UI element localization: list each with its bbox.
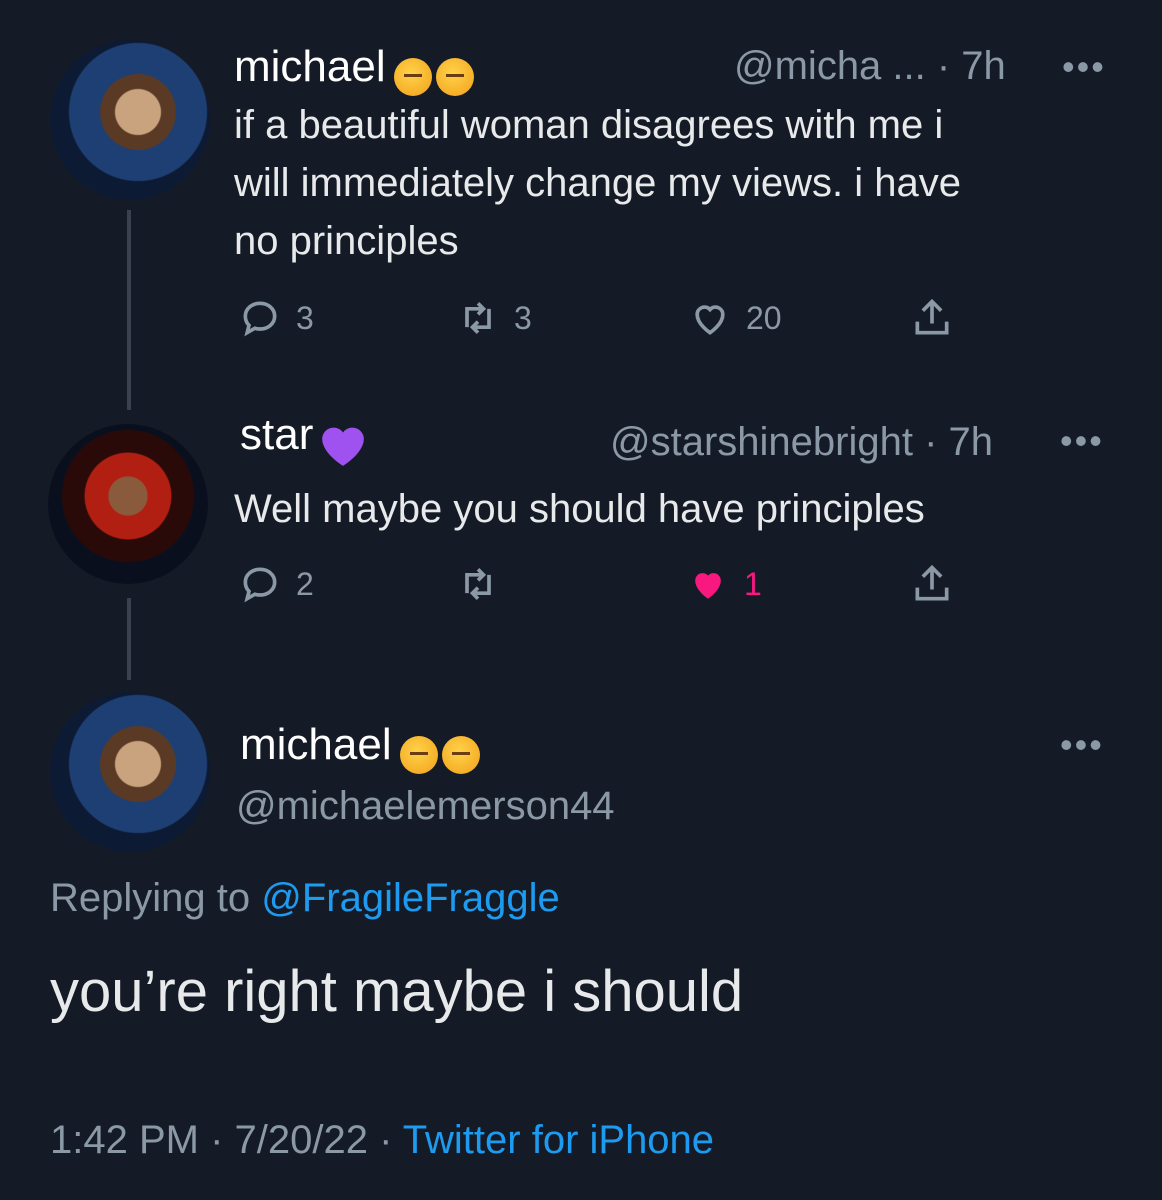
more-options-icon[interactable]: ••• [1062, 46, 1106, 88]
avatar-michael[interactable] [50, 692, 210, 852]
purple-heart-emoji [321, 427, 364, 466]
retweet-icon [465, 302, 491, 334]
like-button[interactable]: 20 [688, 296, 782, 340]
more-options-icon[interactable]: ••• [1060, 420, 1104, 462]
share-icon [915, 564, 949, 601]
replying-to-link[interactable]: @FragileFraggle [261, 876, 560, 920]
tweet-1-header: michael @micha ... · 7h ••• [234, 42, 1114, 98]
like-button[interactable]: 1 [686, 562, 762, 606]
main-meta: 1:42 PM · 7/20/22 · Twitter for iPhone [50, 1118, 714, 1163]
main-handle[interactable]: @michaelemerson44 [236, 784, 615, 829]
reply-icon [243, 301, 277, 337]
retweet-icon [465, 568, 491, 600]
heart-icon [695, 305, 725, 335]
reply-icon [243, 567, 277, 603]
tweet-2-header: star @starshinebright · 7h ••• [240, 410, 1110, 468]
reply-button[interactable]: 2 [238, 562, 314, 606]
tweet-1-handle[interactable]: @micha ... · 7h [734, 44, 1006, 89]
reply-count: 3 [296, 299, 314, 336]
avatar-star[interactable] [48, 424, 208, 584]
retweet-button[interactable] [456, 562, 514, 606]
main-header: michael ••• [240, 720, 1110, 776]
reply-count: 2 [296, 565, 314, 602]
retweet-button[interactable]: 3 [456, 296, 532, 340]
pensive-emoji [442, 735, 481, 774]
more-options-icon[interactable]: ••• [1060, 724, 1104, 766]
source-link[interactable]: Twitter for iPhone [403, 1118, 714, 1162]
reply-button[interactable]: 3 [238, 296, 314, 340]
like-count: 1 [744, 565, 762, 602]
thread-line [127, 598, 131, 680]
timestamp[interactable]: 1:42 PM · 7/20/22 · [50, 1118, 392, 1162]
tweet-2-name[interactable]: star [240, 410, 313, 459]
share-icon [915, 298, 949, 335]
thread-line [127, 210, 131, 410]
tweet-2-handle[interactable]: @starshinebright · 7h [610, 420, 993, 465]
tweet-1-name[interactable]: michael [234, 42, 386, 91]
replying-prefix: Replying to [50, 876, 251, 920]
replying-to: Replying to @FragileFraggle [50, 876, 560, 921]
tweet-1-text: if a beautiful woman disagrees with me i… [234, 96, 1114, 270]
heart-filled-icon [695, 573, 721, 599]
share-button[interactable] [910, 296, 954, 340]
share-button[interactable] [910, 562, 954, 606]
main-name[interactable]: michael [240, 720, 392, 769]
pensive-emoji [400, 735, 439, 774]
pensive-emoji [394, 57, 433, 96]
retweet-count: 3 [514, 299, 532, 336]
tweet-1-line: will immediately change my views. i have [234, 161, 961, 205]
like-count: 20 [746, 299, 782, 336]
tweet-1-line: if a beautiful woman disagrees with me i [234, 103, 944, 147]
tweet-1-line: no principles [234, 219, 459, 263]
avatar-michael[interactable] [50, 40, 210, 200]
main-text: you’re right maybe i should [50, 959, 744, 1024]
tweet-2-text: Well maybe you should have principles [234, 487, 925, 531]
pensive-emoji [436, 57, 475, 96]
